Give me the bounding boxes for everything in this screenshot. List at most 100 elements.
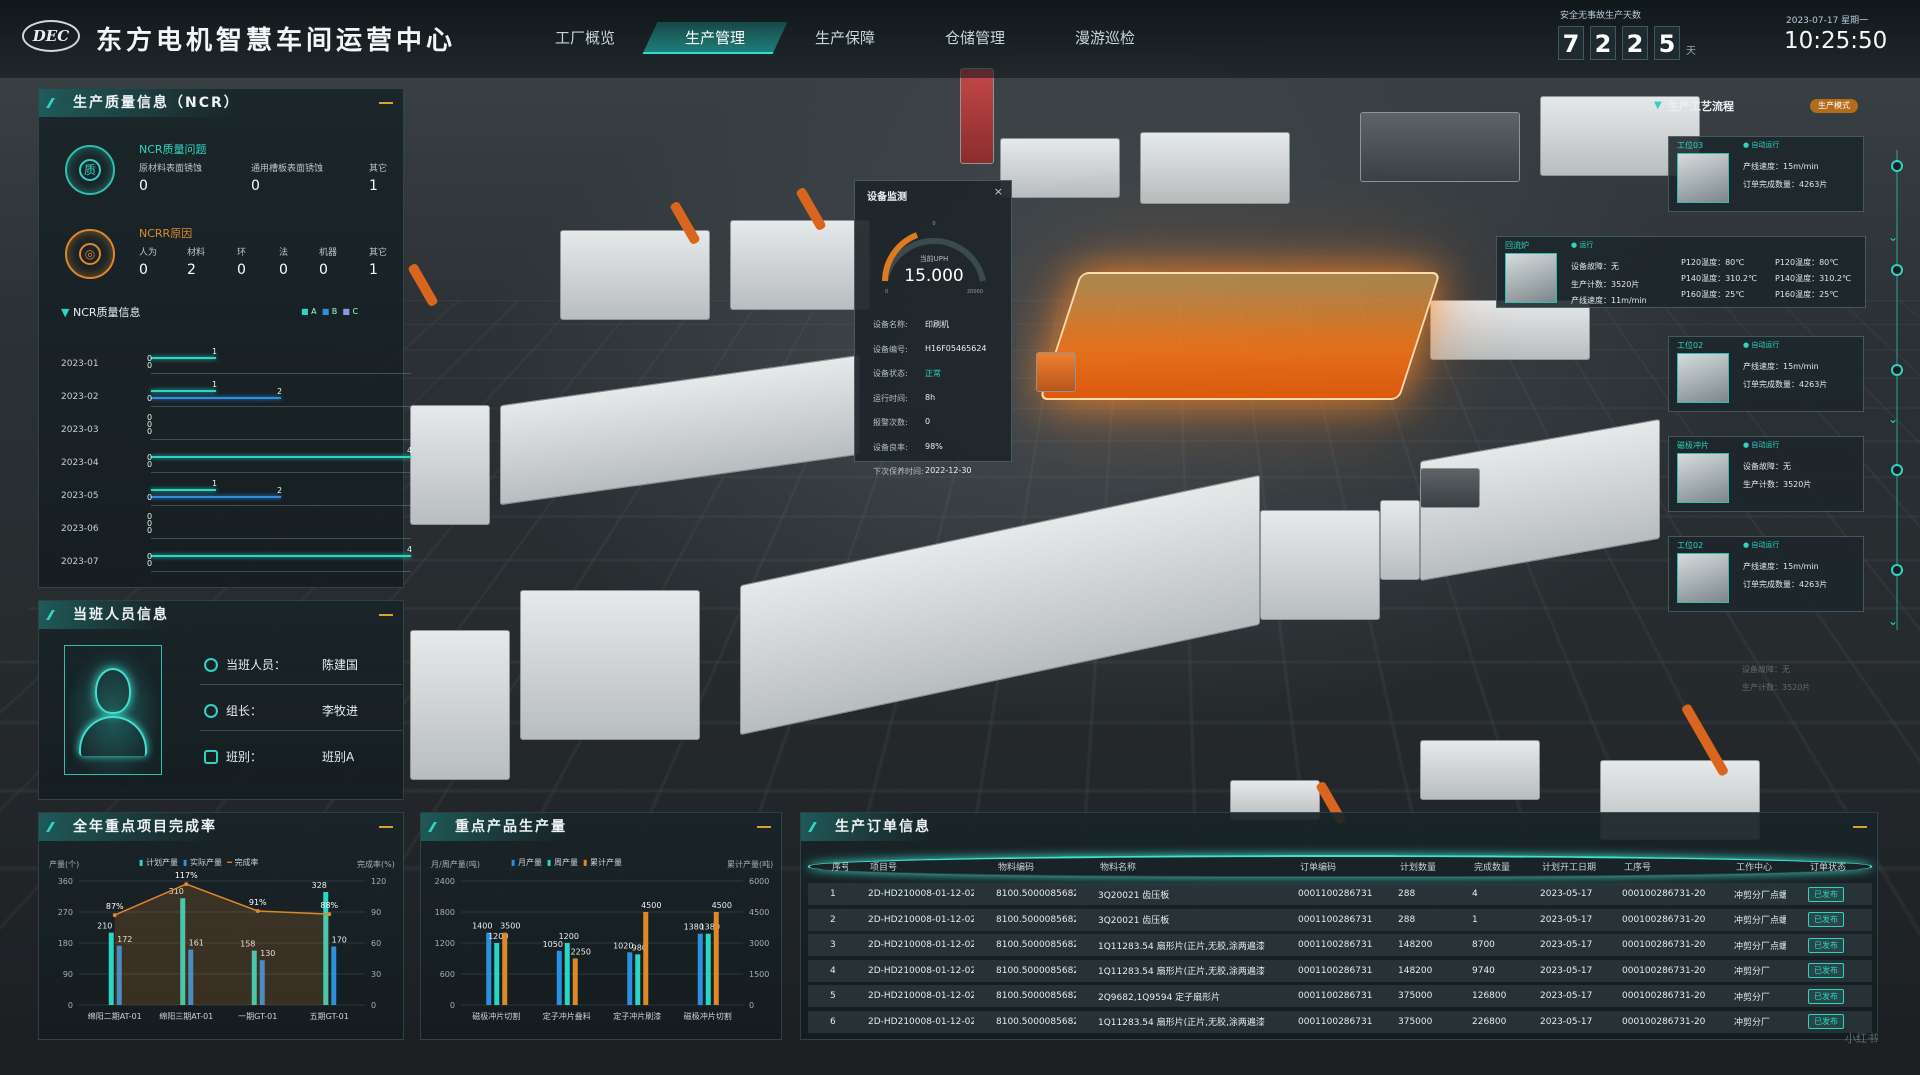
close-icon[interactable]: ×: [994, 185, 1003, 198]
table-cell: 000100286731-20: [1600, 1017, 1712, 1027]
table-cell: 2: [808, 915, 846, 925]
temperature-reading: P140温度：310.2℃: [1775, 273, 1851, 284]
temperature-reading: P160温度：25℃: [1681, 289, 1744, 300]
header: DEC 东方电机智慧车间运营中心 工厂概览 生产管理 生产保障 仓储管理 漫游巡…: [0, 0, 1920, 78]
y2-tick-label: 3000: [749, 939, 769, 948]
completion-label: 88%: [320, 901, 338, 910]
chart-bar: [698, 934, 703, 1005]
table-cell: 148200: [1376, 966, 1450, 976]
process-node[interactable]: [1891, 564, 1903, 576]
device-info-row: 报警次数: 0: [873, 417, 930, 428]
process-node[interactable]: [1891, 464, 1903, 476]
table-cell: 1Q11283.54 扇形片(正片,无胶,涂两遍漆: [1076, 939, 1276, 952]
table-cell: 已发布: [1786, 963, 1846, 978]
ncr-bar-value: 0: [147, 427, 152, 436]
bar-value-label: 3500: [500, 922, 520, 931]
order-status-badge[interactable]: 已发布: [1808, 963, 1844, 978]
machine-thumbnail: [1677, 553, 1729, 603]
order-status-badge[interactable]: 已发布: [1808, 989, 1844, 1004]
table-cell: 8100.5000085682: [974, 889, 1076, 899]
column-header: 工序号: [1602, 860, 1714, 873]
nav-tab-warehouse[interactable]: 仓储管理: [910, 22, 1040, 54]
x-tick-label: 一期GT-01: [238, 1012, 277, 1021]
device-info-key: 下次保养时间:: [873, 466, 925, 477]
process-card[interactable]: 磁极冲片 ● 自动运行 设备故障：无 生产计数：3520片: [1668, 436, 1864, 512]
bar-value-label: 1200: [559, 932, 579, 941]
process-card[interactable]: 工位03 ● 自动运行 产线速度：15m/min 订单完成数量：4263片: [1668, 136, 1864, 212]
table-cell: 0001100286731: [1276, 915, 1376, 925]
ncr-bar-value: 0: [147, 559, 152, 568]
reflow-oven-highlight[interactable]: [1039, 272, 1441, 400]
process-node[interactable]: [1891, 160, 1903, 172]
panel-menu-icon[interactable]: [1853, 826, 1867, 828]
device-info-key: 运行时间:: [873, 393, 925, 404]
machine-thumbnail: [1677, 353, 1729, 403]
column-header: 计划数量: [1378, 860, 1452, 873]
order-status-badge[interactable]: 已发布: [1808, 1014, 1844, 1029]
bar-value-label: 1400: [472, 922, 492, 931]
flow-collapse-icon[interactable]: ▼: [1654, 100, 1662, 111]
process-card[interactable]: 工位02 ● 自动运行 产线速度：15m/min 订单完成数量：4263片: [1668, 336, 1864, 412]
production-mode-badge[interactable]: 生产模式: [1810, 99, 1858, 113]
shift-person-row: 当班人员： 陈建国: [204, 656, 358, 673]
ncr-bar: [151, 496, 281, 498]
station-status: ● 运行: [1571, 240, 1593, 250]
chevron-down-icon[interactable]: ⌄: [1888, 614, 1898, 628]
device-info-row: 设备良率: 98%: [873, 442, 943, 453]
project-completion-chart: 0 0 90 30 180 60 270 90 360 120 绵阳二期AT-01 绵阳三期AT-01…: [39, 813, 405, 1041]
chevron-down-icon[interactable]: ⌄: [1888, 230, 1898, 244]
process-node[interactable]: [1891, 364, 1903, 376]
y-tick-label: 0: [68, 1001, 73, 1010]
station-status: ● 自动运行: [1743, 340, 1779, 350]
table-cell: 4: [1450, 889, 1518, 899]
nav-tab-production-management[interactable]: 生产管理: [643, 22, 788, 54]
station-metric: 设备故障：无: [1571, 261, 1619, 272]
order-status-badge[interactable]: 已发布: [1808, 887, 1844, 902]
ncr-bar-value: 2: [277, 387, 282, 396]
table-cell: 148200: [1376, 940, 1450, 950]
table-row[interactable]: 1 2D-HD210008-01-12-02 8100.5000085682 3Q20…: [808, 883, 1872, 905]
device-info-key: 报警次数:: [873, 417, 925, 428]
chevron-down-icon[interactable]: ⌄: [1888, 412, 1898, 426]
table-cell: 1: [808, 889, 846, 899]
order-status-badge[interactable]: 已发布: [1808, 912, 1844, 927]
table-cell: 8100.5000085682: [974, 966, 1076, 976]
table-row[interactable]: 2 2D-HD210008-01-12-02 8100.5000085682 3Q20…: [808, 909, 1872, 931]
temperature-reading: P140温度：310.2℃: [1681, 273, 1757, 284]
table-row[interactable]: 4 2D-HD210008-01-12-02 8100.5000085682 1Q11…: [808, 960, 1872, 982]
nav-tab-production-support[interactable]: 生产保障: [780, 22, 910, 54]
ncr-bar-value: 0: [147, 526, 152, 535]
ncr-bar: [151, 397, 281, 399]
table-row[interactable]: 5 2D-HD210008-01-12-02 8100.5000085682 2Q96…: [808, 985, 1872, 1007]
order-status-badge[interactable]: 已发布: [1808, 938, 1844, 953]
table-row[interactable]: 3 2D-HD210008-01-12-02 8100.5000085682 1Q11…: [808, 934, 1872, 956]
ncr-bar-value: 4: [407, 545, 412, 554]
process-card[interactable]: 回流炉 ● 运行 设备故障：无 生产计数：3520片 产线速度：11m/min P120温…: [1496, 236, 1866, 308]
machine: [500, 355, 860, 506]
chart-bar: [643, 912, 648, 1005]
table-cell: 2023-05-17: [1518, 915, 1600, 925]
column-header: 序号: [810, 860, 848, 873]
gauge-max: 20000: [967, 289, 983, 295]
nav-tab-factory-overview[interactable]: 工厂概览: [520, 22, 650, 54]
chart-bar: [635, 954, 640, 1005]
machine: [1260, 510, 1380, 620]
device-info-value: 印刷机: [925, 319, 949, 330]
panel-menu-icon[interactable]: [379, 614, 393, 616]
nav-tab-roaming-inspection[interactable]: 漫游巡检: [1040, 22, 1170, 54]
month-label: 2023-06: [61, 524, 99, 534]
table-row[interactable]: 6 2D-HD210008-01-12-02 8100.5000085682 1Q11…: [808, 1011, 1872, 1033]
y2-tick-label: 30: [371, 970, 381, 979]
table-cell: 已发布: [1786, 887, 1846, 902]
station-metric: 产线速度：15m/min: [1743, 361, 1819, 372]
table-cell: 8100.5000085682: [974, 991, 1076, 1001]
process-card[interactable]: 工位02 ● 自动运行 产线速度：15m/min 订单完成数量：4263片: [1668, 536, 1864, 612]
table-cell: 2023-05-17: [1518, 966, 1600, 976]
safety-digit: 7: [1558, 26, 1584, 60]
chart-bar: [109, 933, 114, 1005]
month-label: 2023-05: [61, 491, 99, 501]
table-cell: 375000: [1376, 991, 1450, 1001]
table-cell: 3Q20021 齿压板: [1076, 913, 1276, 926]
process-node[interactable]: [1891, 264, 1903, 276]
y2-tick-label: 1500: [749, 970, 769, 979]
